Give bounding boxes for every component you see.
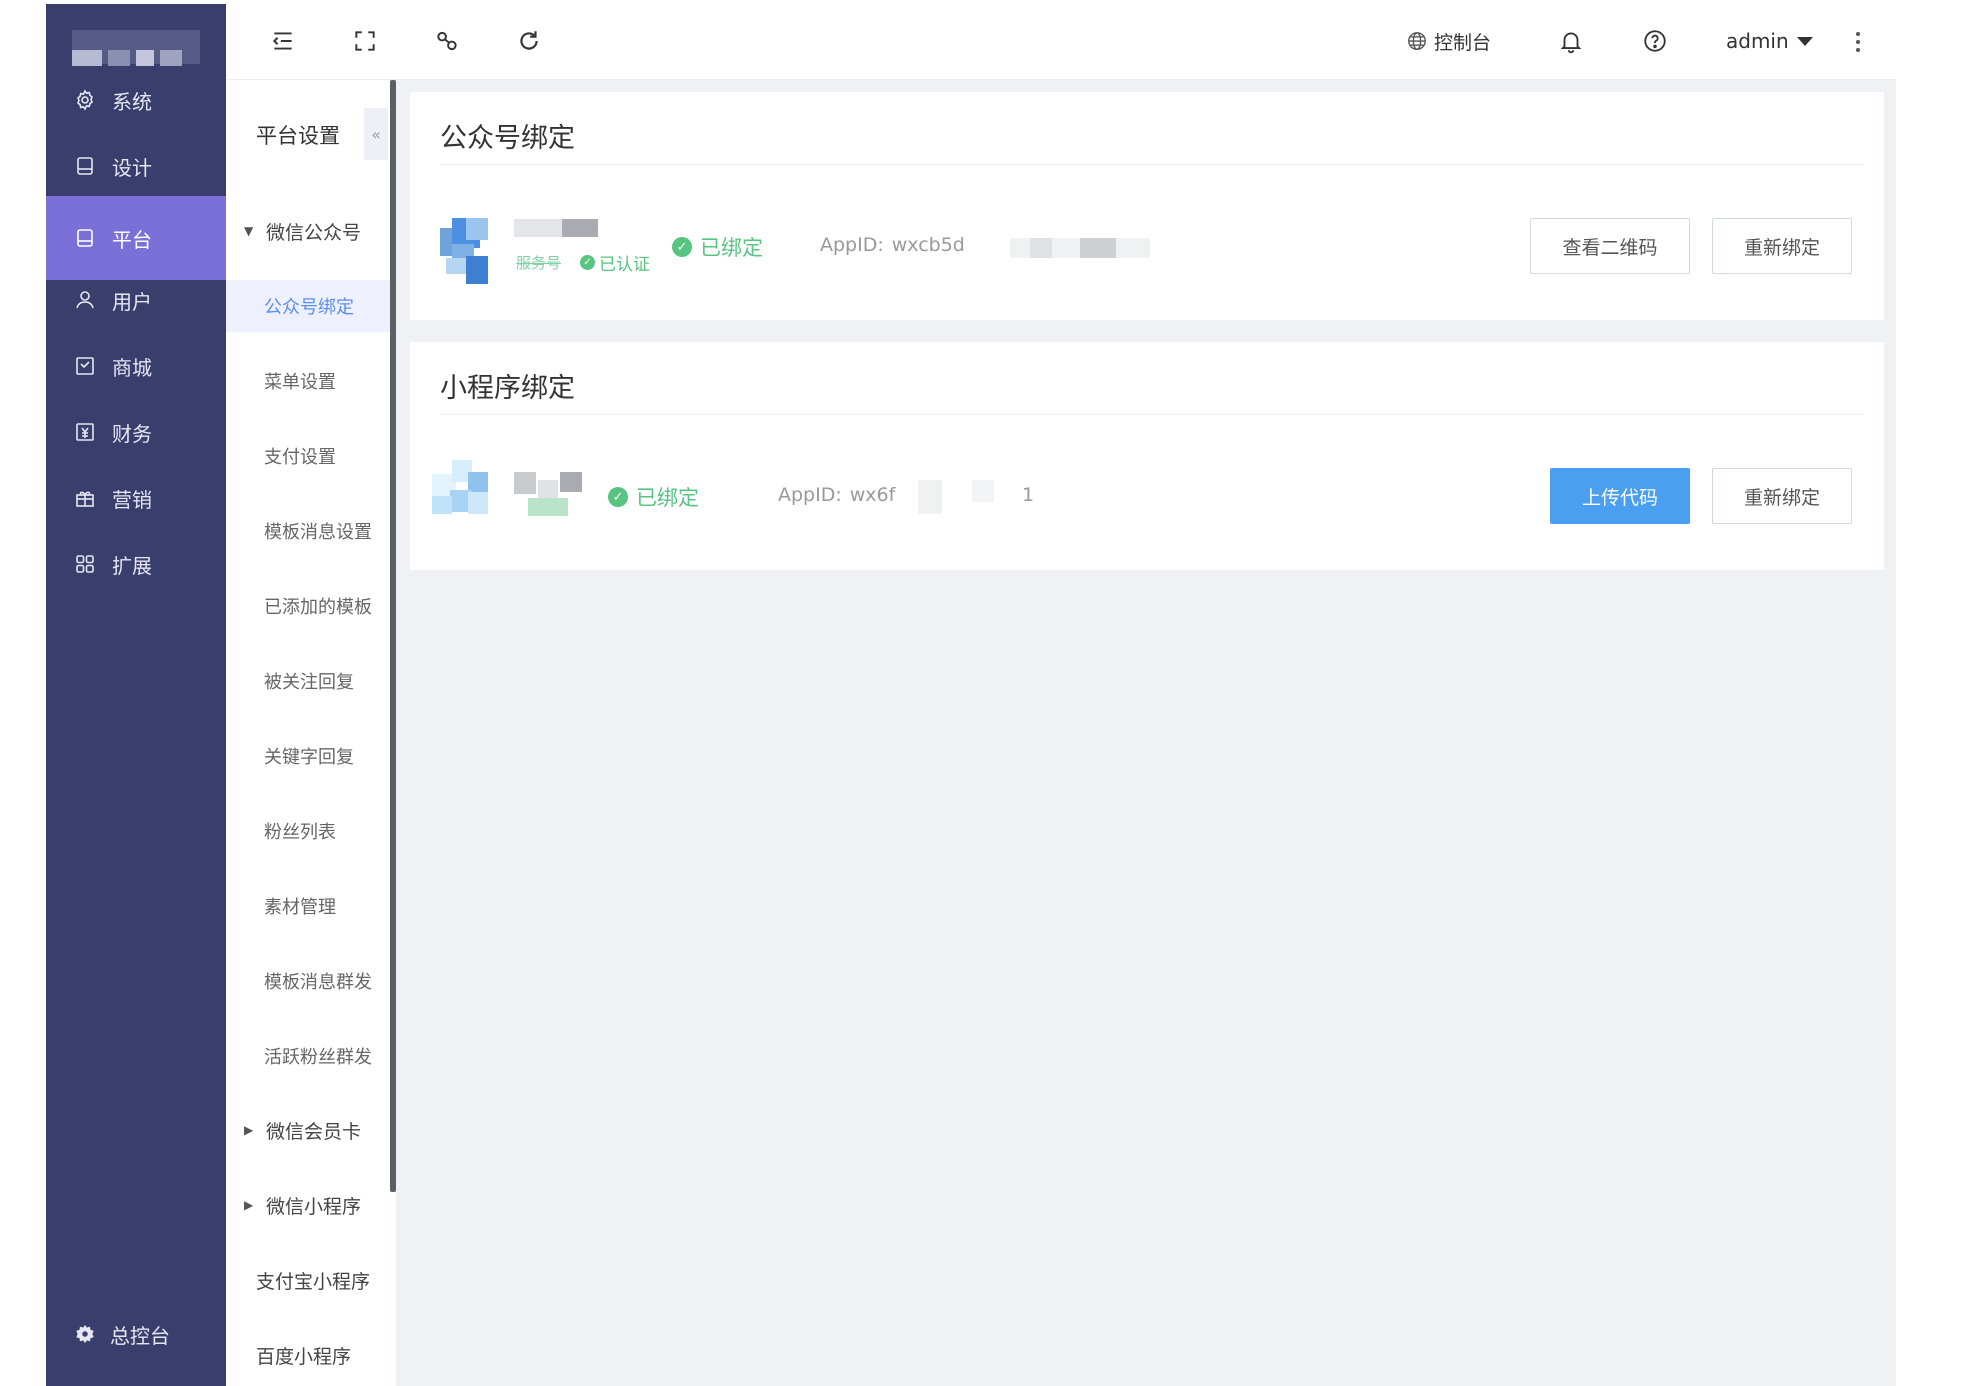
appid-value: wxcb5d	[891, 234, 965, 256]
globe-icon	[1408, 32, 1426, 50]
mp-appid-suffix: 1	[1022, 484, 1035, 506]
console-label: 控制台	[1434, 31, 1492, 54]
nav-item-label: 营销	[112, 487, 152, 512]
upload-code-button[interactable]: 上传代码	[1550, 468, 1690, 524]
more-icon[interactable]	[1848, 28, 1868, 56]
submenu-item-menu-settings[interactable]: 菜单设置	[226, 355, 394, 407]
bell-icon[interactable]	[1556, 26, 1586, 56]
user-name: admin	[1726, 29, 1789, 53]
bound-label: 已绑定	[700, 236, 763, 260]
submenu-item-template-mass[interactable]: 模板消息群发	[226, 955, 394, 1007]
submenu-item-added-templates[interactable]: 已添加的模板	[226, 580, 394, 632]
menu-toggle-icon[interactable]	[268, 26, 298, 56]
appid-label: AppID:	[778, 484, 842, 506]
nav-item-label: 系统	[112, 89, 152, 114]
oa-appid: AppID: wxcb5d	[820, 234, 965, 256]
nav-item-extensions[interactable]: 扩展	[46, 522, 226, 606]
refresh-icon[interactable]	[514, 26, 544, 56]
nav-item-master-console[interactable]: 总控台	[46, 1304, 226, 1364]
submenu-item-payment-settings[interactable]: 支付设置	[226, 430, 394, 482]
mp-bound-status: ✓ 已绑定	[608, 482, 699, 512]
appid-blur	[972, 480, 994, 502]
submenu-group-label: 微信小程序	[266, 1195, 362, 1218]
caret-right-icon: ▶	[244, 1198, 254, 1212]
caret-down-icon	[1796, 36, 1813, 46]
submenu-item-material[interactable]: 素材管理	[226, 880, 394, 932]
nav-item-label: 财务	[112, 421, 152, 446]
submenu-item-keyword-reply[interactable]: 关键字回复	[226, 730, 394, 782]
top-bar: 控制台 admin	[226, 0, 1896, 80]
verified-label: 已认证	[599, 255, 650, 275]
help-icon[interactable]	[1640, 26, 1670, 56]
nav-bottom-label: 总控台	[110, 1323, 170, 1348]
bound-label: 已绑定	[636, 486, 699, 510]
submenu-item-follow-reply[interactable]: 被关注回复	[226, 655, 394, 707]
finance-icon	[72, 419, 98, 445]
check-circle-icon: ✓	[580, 255, 595, 270]
page-margin-right	[1896, 0, 1974, 1386]
fullscreen-icon[interactable]	[350, 26, 380, 56]
platform-submenu: 平台设置 « ▼ 微信公众号 公众号绑定 菜单设置 支付设置 模板消息设置 已添…	[226, 80, 394, 1386]
submenu-group-label: 微信公众号	[266, 221, 362, 244]
oa-rebind-button[interactable]: 重新绑定	[1712, 218, 1852, 274]
oa-name-blur	[562, 219, 598, 237]
submenu-group-mini-program[interactable]: ▶ 微信小程序	[226, 1180, 394, 1230]
oa-avatar	[440, 218, 498, 284]
mp-appid: AppID: wx6f	[778, 484, 895, 506]
nav-item-label: 用户	[112, 289, 152, 314]
submenu-item-baidu-mini[interactable]: 百度小程序	[226, 1330, 394, 1380]
main-content: 公众号绑定 服务号 ✓ 已认证 ✓ 已绑定 AppID: wxcb5d 查看二维码…	[396, 80, 1896, 1386]
apps-icon	[72, 551, 98, 577]
submenu-item-active-fans-mass[interactable]: 活跃粉丝群发	[226, 1030, 394, 1082]
submenu-group-label: 微信会员卡	[266, 1120, 362, 1143]
submenu-item-template-settings[interactable]: 模板消息设置	[226, 505, 394, 557]
mp-rebind-button[interactable]: 重新绑定	[1712, 468, 1852, 524]
caret-right-icon: ▶	[244, 1123, 254, 1137]
submenu-item-alipay-mini[interactable]: 支付宝小程序	[226, 1255, 394, 1305]
view-qr-button[interactable]: 查看二维码	[1530, 218, 1690, 274]
card-divider	[440, 164, 1864, 165]
appid-blur	[918, 480, 942, 514]
check-circle-icon: ✓	[672, 237, 692, 257]
user-icon	[72, 287, 98, 313]
submenu-group-wechat-oa[interactable]: ▼ 微信公众号	[226, 206, 394, 256]
collapse-submenu-button[interactable]: «	[364, 108, 388, 160]
oa-bound-status: ✓ 已绑定	[672, 232, 763, 262]
card-divider	[440, 414, 1864, 415]
gear-icon	[72, 87, 98, 113]
caret-down-icon: ▼	[244, 224, 254, 238]
user-menu[interactable]: admin	[1726, 26, 1813, 56]
design-icon	[72, 153, 98, 179]
submenu-item-fans-list[interactable]: 粉丝列表	[226, 805, 394, 857]
main-sidebar: 系统 设计 平台 用户 商城 财务 营销 扩展 总控台	[46, 4, 226, 1386]
link-icon[interactable]	[432, 26, 462, 56]
nav-item-label: 设计	[112, 155, 152, 180]
check-circle-icon: ✓	[608, 487, 628, 507]
mp-card-title: 小程序绑定	[440, 373, 575, 404]
mini-program-binding-card: 小程序绑定 ✓ 已绑定 AppID: wx6f 1 上传代码 重新绑定	[410, 342, 1884, 570]
nav-item-label: 平台	[112, 227, 152, 252]
mp-name-blur	[514, 472, 536, 494]
mall-icon	[72, 353, 98, 379]
console-link[interactable]: 控制台	[1406, 26, 1491, 56]
oa-card-title: 公众号绑定	[440, 123, 575, 154]
nav-item-label: 商城	[112, 355, 152, 380]
appid-label: AppID:	[820, 234, 884, 256]
mp-avatar	[432, 460, 490, 526]
appid-value: wx6f	[849, 484, 896, 506]
gift-icon	[72, 485, 98, 511]
submenu-group-member-card[interactable]: ▶ 微信会员卡	[226, 1105, 394, 1155]
appid-blur	[1030, 238, 1052, 258]
submenu-item-oa-binding[interactable]: 公众号绑定	[226, 280, 394, 332]
oa-account-type: 服务号	[516, 254, 562, 272]
nav-item-label: 扩展	[112, 553, 152, 578]
mp-name-blur	[560, 472, 582, 492]
settings-icon	[74, 1323, 96, 1345]
platform-icon	[72, 225, 98, 251]
appid-blur	[1080, 238, 1116, 258]
oa-binding-card: 公众号绑定 服务号 ✓ 已认证 ✓ 已绑定 AppID: wxcb5d 查看二维码…	[410, 92, 1884, 320]
oa-verified-badge: ✓ 已认证	[580, 250, 650, 275]
mp-name-blur	[528, 498, 568, 516]
mp-name-blur	[538, 480, 558, 500]
